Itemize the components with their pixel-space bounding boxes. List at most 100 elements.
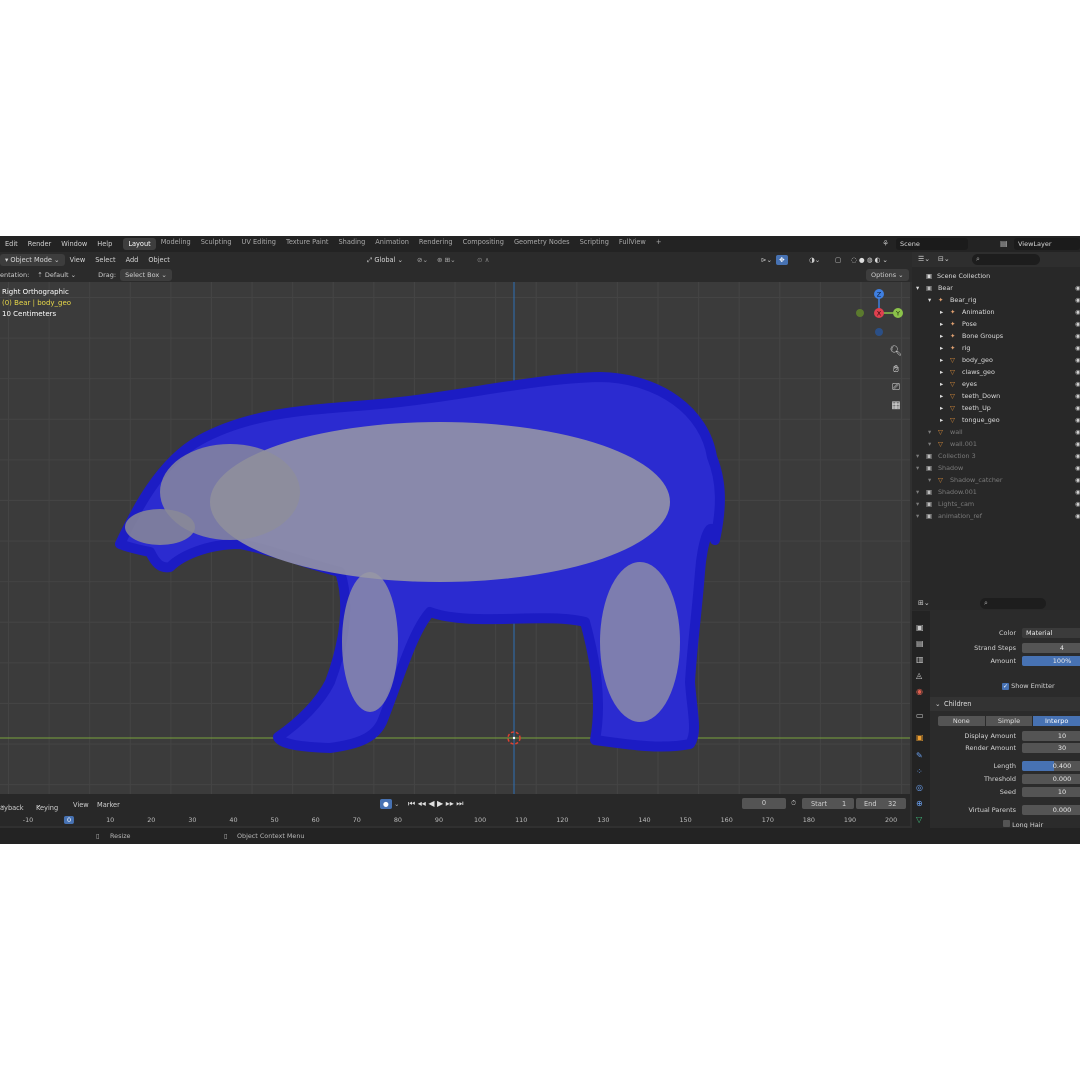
menu-render[interactable]: Render (23, 240, 56, 248)
expand-arrow-icon[interactable]: ▸ (940, 344, 943, 352)
children-mode-none[interactable]: None (938, 716, 985, 726)
gizmo-toggle-icon[interactable]: ✥ (776, 255, 788, 265)
outliner-row[interactable]: ▸ ▽ teeth_Up ◉ (912, 402, 1080, 414)
seed-field[interactable]: 10 (1022, 787, 1080, 797)
menu-help[interactable]: Help (92, 240, 117, 248)
tab-rendering[interactable]: Rendering (414, 238, 458, 250)
color-dropdown[interactable]: Material (1022, 628, 1080, 638)
tab-modeling[interactable]: Modeling (156, 238, 196, 250)
xray-icon[interactable]: ▢ (830, 256, 846, 264)
outliner-search-input[interactable]: ⌕ (972, 254, 1040, 265)
menu-keying[interactable]: Keying ⌄ (36, 801, 58, 812)
menu-add[interactable]: Add (121, 256, 144, 264)
visibility-eye-icon[interactable]: ◉ (1075, 380, 1080, 388)
outliner-row[interactable]: ▸ ▽ tongue_geo ◉ (912, 414, 1080, 426)
menu-edit[interactable]: Edit (0, 240, 23, 248)
tab-uv-editing[interactable]: UV Editing (237, 238, 281, 250)
menu-select[interactable]: Select (90, 256, 120, 264)
visibility-icon[interactable]: ⊳⌄ (756, 256, 777, 264)
collapse-arrow-icon[interactable]: ▾ (916, 452, 919, 460)
threshold-field[interactable]: 0.000 (1022, 774, 1080, 784)
tab-texture-paint[interactable]: Texture Paint (281, 238, 334, 250)
visibility-eye-icon[interactable]: ◉ (1075, 452, 1080, 460)
tab-scripting[interactable]: Scripting (575, 238, 614, 250)
visibility-eye-icon[interactable]: ◉ (1075, 392, 1080, 400)
outliner-row[interactable]: ▾ ▽ wall ◉ (912, 426, 1080, 438)
menu-marker[interactable]: Marker (97, 801, 120, 809)
tab-fullview[interactable]: FullView (614, 238, 651, 250)
physics-tab-icon[interactable]: ◎ (916, 783, 923, 792)
tab-layout[interactable]: Layout (123, 238, 156, 250)
proportional-edit-icon[interactable]: ⊙ ∧ (472, 256, 494, 264)
collapse-arrow-icon[interactable]: ▾ (928, 440, 931, 448)
visibility-eye-icon[interactable]: ◉ (1075, 344, 1080, 352)
strand-steps-field[interactable]: 4 (1022, 643, 1080, 653)
3d-viewport[interactable]: Right Orthographic (0) Bear | body_geo 1… (0, 282, 910, 794)
outliner-display-mode-icon[interactable]: ⊟⌄ (938, 255, 950, 263)
outliner-row[interactable]: ▾ ▣ Shadow.001 ◉ (912, 486, 1080, 498)
tab-shading[interactable]: Shading (334, 238, 371, 250)
visibility-eye-icon[interactable]: ◉ (1075, 416, 1080, 424)
modifier-wrench-icon[interactable]: ✎ (916, 751, 923, 760)
collapse-arrow-icon[interactable]: ▾ (928, 428, 931, 436)
length-slider[interactable]: 0.400 (1022, 761, 1080, 771)
children-panel-header[interactable]: ⌄ Children (930, 697, 1080, 711)
collection-tab-icon[interactable]: ▭ (916, 711, 924, 720)
output-tab-icon[interactable]: ▤ (916, 639, 924, 648)
view-layer-tab-icon[interactable]: ▥ (916, 655, 924, 664)
transform-orientation-dropdown[interactable]: ⤢ Global ⌄ (362, 256, 408, 265)
expand-arrow-icon[interactable]: ▸ (940, 356, 943, 364)
menu-object[interactable]: Object (143, 256, 174, 264)
drag-dropdown[interactable]: Select Box ⌄ (120, 269, 172, 281)
overlays-icon[interactable]: ◑⌄ (804, 256, 825, 264)
expand-arrow-icon[interactable]: ▸ (940, 320, 943, 328)
view-layer-selector[interactable]: ViewLayer (1014, 238, 1080, 250)
show-emitter-checkbox[interactable]: ✓ Show Emitter (1002, 682, 1055, 690)
outliner-row[interactable]: ▸ ✦ Bone Groups ◉ (912, 330, 1080, 342)
collapse-arrow-icon[interactable]: ▾ (916, 488, 919, 496)
frame-end-field[interactable]: End 32 (856, 798, 906, 809)
scene-selector[interactable]: Scene (896, 238, 968, 250)
outliner-row[interactable]: ▾ ▣ Bear ◉ (912, 282, 1080, 294)
record-button[interactable]: ● (380, 799, 392, 809)
visibility-eye-icon[interactable]: ◉ (1075, 356, 1080, 364)
render-tab-icon[interactable]: ▣ (916, 623, 924, 632)
collapse-arrow-icon[interactable]: ▾ (928, 476, 931, 484)
tab-compositing[interactable]: Compositing (458, 238, 509, 250)
visibility-eye-icon[interactable]: ◉ (1075, 332, 1080, 340)
gizmo-neg-y-axis-icon[interactable] (856, 309, 864, 317)
visibility-eye-icon[interactable]: ◉ (1075, 368, 1080, 376)
tab-animation[interactable]: Animation (370, 238, 414, 250)
stopwatch-icon[interactable]: ⏱ (791, 799, 796, 808)
collapse-arrow-icon[interactable]: ▾ (916, 464, 919, 472)
visibility-eye-icon[interactable]: ◉ (1075, 284, 1080, 292)
visibility-eye-icon[interactable]: ◉ (1075, 512, 1080, 520)
menu-window[interactable]: Window (56, 240, 92, 248)
outliner-row[interactable]: ▸ ▽ claws_geo ◉ (912, 366, 1080, 378)
frame-start-field[interactable]: Start 1 (802, 798, 854, 809)
outliner-editor-type-icon[interactable]: ☰⌄ (918, 255, 930, 263)
world-tab-icon[interactable]: ◉ (916, 687, 923, 696)
outliner-row[interactable]: ▾ ▣ animation_ref ◉ (912, 510, 1080, 522)
outliner-row[interactable]: ▾ ▽ wall.001 ◉ (912, 438, 1080, 450)
ortho-grid-icon[interactable]: ▦ (889, 399, 903, 413)
outliner-row[interactable]: ▸ ✦ rig ◉ (912, 342, 1080, 354)
data-tab-icon[interactable]: ▽ (916, 815, 922, 824)
object-mode-dropdown[interactable]: ▾ Object Mode ⌄ (0, 254, 65, 266)
render-amount-field[interactable]: 30 (1022, 743, 1080, 753)
expand-arrow-icon[interactable]: ▸ (940, 332, 943, 340)
orientation-dropdown[interactable]: ⇡ Default ⌄ (33, 271, 80, 279)
menu-view[interactable]: View (65, 256, 91, 264)
collapse-arrow-icon[interactable]: ▾ (916, 500, 919, 508)
visibility-eye-icon[interactable]: ◉ (1075, 500, 1080, 508)
menu-view[interactable]: View (73, 801, 89, 809)
visibility-eye-icon[interactable]: ◉ (1075, 308, 1080, 316)
expand-arrow-icon[interactable]: ▸ (940, 392, 943, 400)
playback-controls[interactable]: ⏮ ◂◂ ◀ ▶ ▸▸ ⏭ (408, 799, 463, 809)
record-options-icon[interactable]: ⌄ (394, 800, 400, 808)
visibility-eye-icon[interactable]: ◉ (1075, 440, 1080, 448)
collapse-arrow-icon[interactable]: ▾ (916, 512, 919, 520)
menu-playback[interactable]: ayback ⌄ (0, 801, 24, 812)
particles-tab-icon[interactable]: ⁘ (916, 767, 923, 776)
tab-sculpting[interactable]: Sculpting (196, 238, 237, 250)
